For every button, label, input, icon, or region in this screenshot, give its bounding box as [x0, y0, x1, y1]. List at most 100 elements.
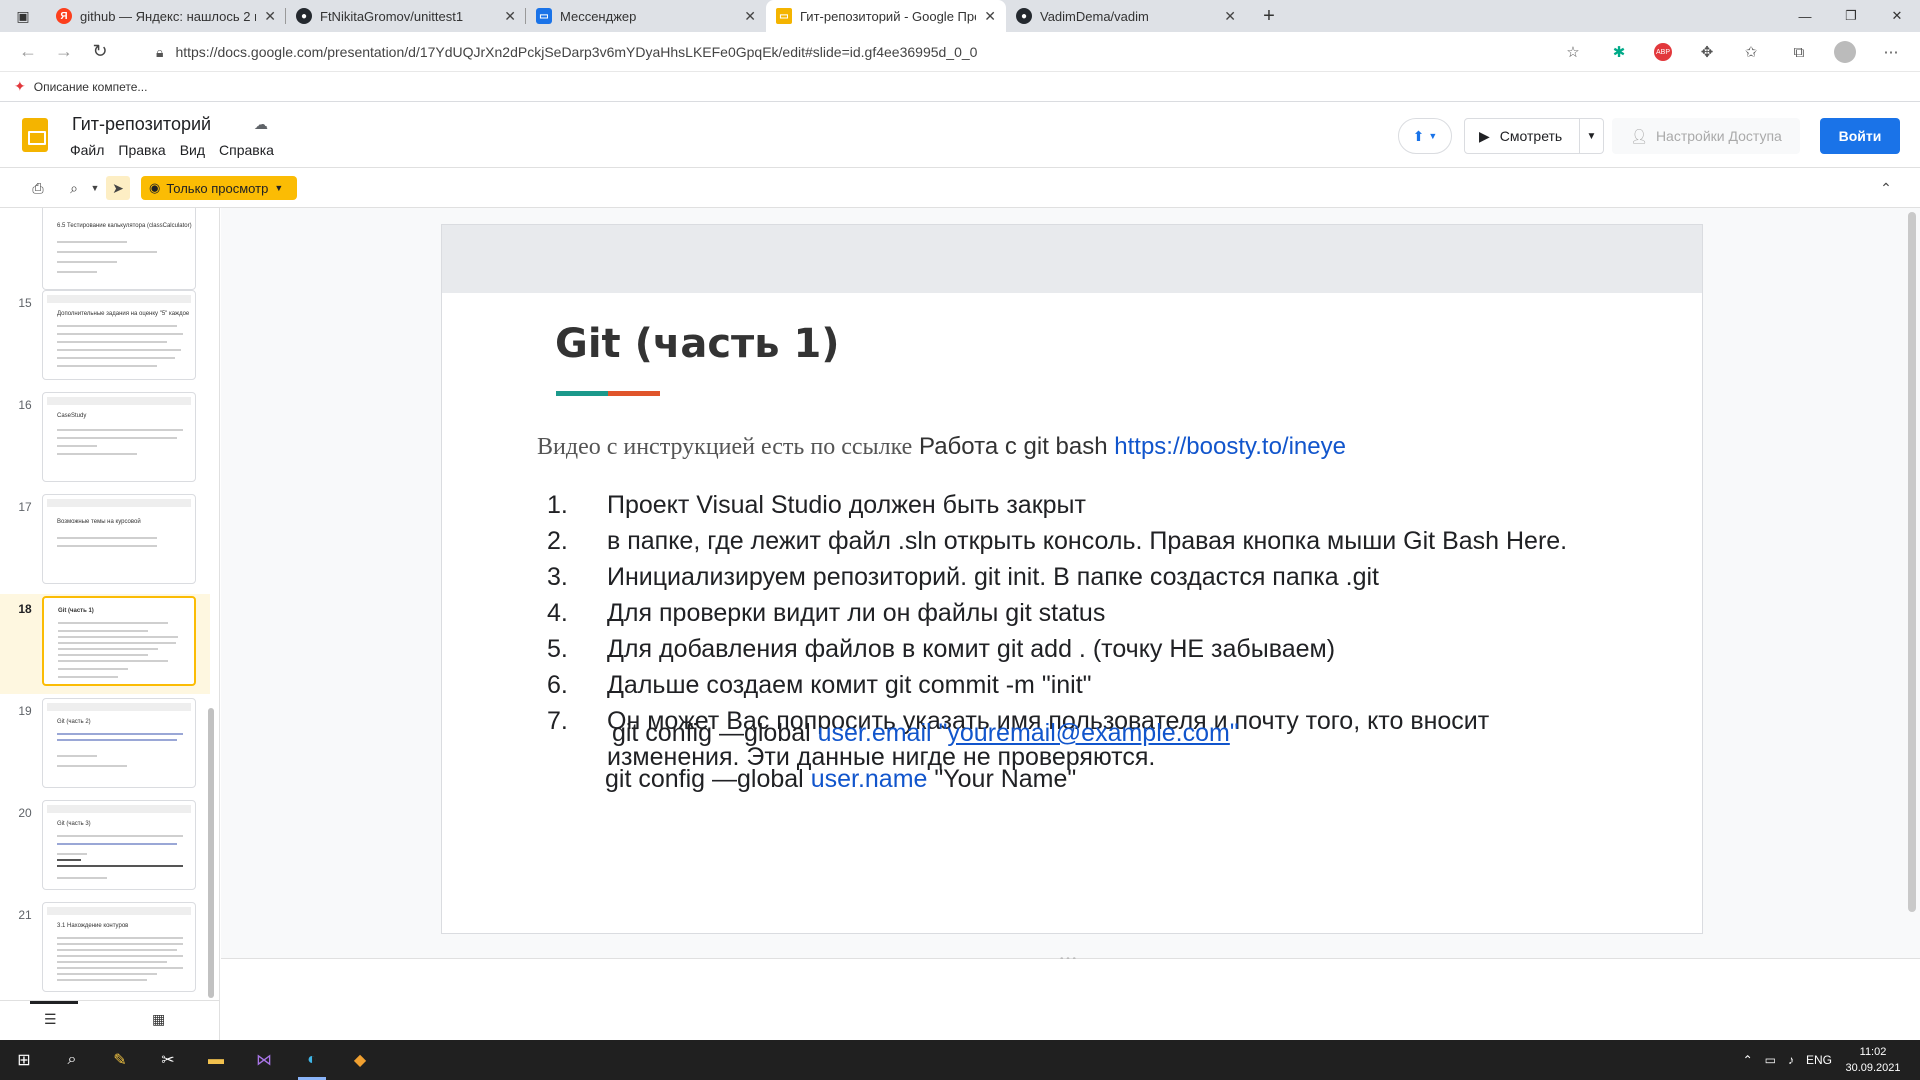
tray-apps-icon[interactable]: ⌃ — [1737, 1053, 1759, 1067]
slides-header: Гит-репозиторий ☁ Файл Правка Вид Справк… — [0, 102, 1920, 168]
paint-app-icon[interactable]: ✎ — [96, 1040, 144, 1080]
intro-link[interactable]: https://boosty.to/ineye — [1114, 433, 1346, 460]
bookmark-item[interactable]: Описание компете... — [34, 80, 148, 94]
slide-workspace: Git (часть 1) Видео с инструкцией есть п… — [221, 208, 1920, 1040]
slide-header-band — [442, 225, 1702, 293]
chevron-down-icon[interactable]: ▼ — [1579, 118, 1603, 154]
person-icon: 👤︎ — [1630, 127, 1648, 144]
collections-icon[interactable]: ⧉ — [1784, 32, 1814, 72]
edge-browser-icon[interactable]: ◐ — [288, 1040, 336, 1080]
file-explorer-icon[interactable]: ▬ — [192, 1040, 240, 1080]
minimize-icon[interactable]: — — [1782, 0, 1828, 32]
slide-thumb-title: Git (часть 1) — [58, 608, 94, 614]
speaker-notes-area[interactable] — [221, 959, 1920, 1040]
slideshow-label: Смотреть — [1499, 128, 1563, 144]
menu-view[interactable]: Вид — [180, 142, 205, 158]
reload-icon[interactable]: ↻ — [82, 34, 118, 70]
zoom-icon[interactable]: ⌕ — [62, 176, 86, 200]
play-icon: ▶ — [1479, 127, 1490, 144]
email-link[interactable]: youremail@example.com — [947, 719, 1229, 747]
yandex-icon: Я — [56, 8, 72, 24]
slide-thumbnail-selected[interactable]: 18 Git (часть 1) — [0, 594, 210, 694]
login-button[interactable]: Войти — [1820, 118, 1900, 154]
grid-view-icon[interactable]: ▦ — [152, 1011, 165, 1028]
favorites-icon[interactable]: ✩ — [1736, 32, 1766, 72]
adblock-icon[interactable]: ABP — [1648, 32, 1678, 72]
slide-thumb-title: 3.1 Нахождение контуров — [57, 923, 129, 929]
close-icon[interactable]: ✕ — [504, 8, 516, 25]
profile-icon[interactable] — [1830, 32, 1860, 72]
select-cursor-icon[interactable]: ➤ — [106, 176, 130, 200]
close-icon[interactable]: ✕ — [984, 8, 996, 25]
extension-icon[interactable]: ✱ — [1604, 32, 1634, 72]
slide-thumb-title: Git (часть 2) — [57, 719, 91, 725]
slide-thumbnail[interactable]: 15 Дополнительные задания на оценку "5" … — [0, 288, 210, 388]
filmstrip-scrollbar[interactable] — [208, 708, 214, 998]
print-icon[interactable]: ⎙ — [26, 176, 50, 200]
collapse-up-icon[interactable]: ⌃ — [1874, 176, 1898, 200]
filmstrip-view-icon[interactable]: ☰ — [44, 1011, 57, 1028]
visual-studio-icon[interactable]: ⋈ — [240, 1040, 288, 1080]
menu-help[interactable]: Справка — [219, 142, 274, 158]
git-app-icon[interactable]: ◆ — [336, 1040, 384, 1080]
slide-number: 21 — [18, 908, 32, 922]
slides-icon: ▭ — [776, 8, 792, 24]
slide-thumbnail[interactable]: 20 Git (часть 3) — [0, 798, 210, 898]
back-icon[interactable]: ← — [10, 34, 46, 70]
document-title[interactable]: Гит-репозиторий — [72, 114, 211, 135]
title-accent-bar — [556, 391, 660, 396]
present-options-button[interactable]: ⬆ ▼ — [1398, 118, 1452, 154]
browser-tab-active[interactable]: ▭ Гит-репозиторий - Google Презентации ✕ — [766, 0, 1006, 32]
slide-thumb-title: CaseStudy — [57, 413, 87, 419]
config-name-line: git config —global user.name "Your Name" — [605, 765, 1077, 793]
slideshow-button[interactable]: ▶ Смотреть ▼ — [1464, 118, 1604, 154]
language-indicator[interactable]: ENG — [1800, 1053, 1838, 1067]
menu-edit[interactable]: Правка — [118, 142, 165, 158]
new-tab-icon[interactable]: + — [1246, 0, 1292, 32]
browser-tab[interactable]: Я github — Яндекс: нашлось 2 млн ✕ — [46, 0, 286, 32]
browser-tab[interactable]: ● VadimDema/vadim ✕ — [1006, 0, 1246, 32]
list-item: 2. в папке, где лежит файл .sln открыть к… — [547, 527, 1568, 555]
editor-toolbar: ⎙ ⌕ ▼ ➤ ◉ Только просмотр ▼ ⌃ — [0, 168, 1920, 208]
intro-serif-text: Видео с инструкцией есть по ссылке — [537, 434, 913, 460]
clock[interactable]: 11:02 30.09.2021 — [1838, 1044, 1908, 1076]
slides-logo-icon[interactable] — [22, 118, 48, 152]
slide-thumbnail[interactable]: 6.5 Тестирование калькулятора (classCalc… — [0, 208, 210, 298]
url-field[interactable]: 🔒︎ https://docs.google.com/presentation/… — [140, 36, 1590, 68]
slide-thumbnail[interactable]: 16 CaseStudy — [0, 390, 210, 490]
forward-icon[interactable]: → — [46, 34, 82, 70]
tab-title: FtNikitaGromov/unittest1 — [320, 8, 464, 24]
slide-number: 18 — [18, 602, 32, 616]
volume-icon[interactable]: ♪ — [1782, 1053, 1800, 1067]
network-icon[interactable]: ▭ — [1759, 1053, 1782, 1067]
slide-thumbnail[interactable]: 19 Git (часть 2) — [0, 696, 210, 796]
slide-thumbnail[interactable]: 17 Возможные темы на курсовой — [0, 492, 210, 592]
list-item: 6. Дальше создаем комит git commit -m "in… — [547, 671, 1092, 699]
tab-title: github — Яндекс: нашлось 2 млн — [80, 8, 256, 24]
chevron-down-icon[interactable]: ▼ — [88, 176, 102, 200]
list-item: 5. Для добавления файлов в комит git add … — [547, 635, 1336, 663]
puzzle-icon[interactable]: ✥ — [1692, 32, 1722, 72]
access-settings-button[interactable]: 👤︎ Настройки Доступа — [1612, 118, 1800, 154]
view-only-badge[interactable]: ◉ Только просмотр ▼ — [141, 176, 297, 200]
more-icon[interactable]: ⋯ — [1876, 32, 1906, 72]
cloud-status-icon[interactable]: ☁ — [254, 116, 268, 133]
snip-app-icon[interactable]: ✂ — [144, 1040, 192, 1080]
close-window-icon[interactable]: ✕ — [1874, 0, 1920, 32]
restore-icon[interactable]: ❐ — [1828, 0, 1874, 32]
tab-actions-icon[interactable]: ▣ — [0, 0, 46, 32]
browser-tab[interactable]: ▭ Мессенджер ✕ — [526, 0, 766, 32]
close-icon[interactable]: ✕ — [1224, 8, 1236, 25]
workspace-scrollbar[interactable] — [1908, 212, 1916, 912]
windows-start-icon[interactable]: ⊞ — [0, 1040, 48, 1080]
close-icon[interactable]: ✕ — [744, 8, 756, 25]
list-item: 1. Проект Visual Studio должен быть закры… — [547, 491, 1086, 519]
tab-title: VadimDema/vadim — [1040, 8, 1149, 24]
browser-tab[interactable]: ● FtNikitaGromov/unittest1 ✕ — [286, 0, 526, 32]
eye-icon: ◉ — [149, 180, 161, 195]
menu-file[interactable]: Файл — [70, 142, 104, 158]
search-icon[interactable]: ⌕ — [48, 1040, 96, 1080]
slide-thumbnail[interactable]: 21 3.1 Нахождение контуров — [0, 900, 210, 1000]
favorite-star-icon[interactable]: ☆ — [1558, 32, 1588, 72]
close-icon[interactable]: ✕ — [264, 8, 276, 25]
